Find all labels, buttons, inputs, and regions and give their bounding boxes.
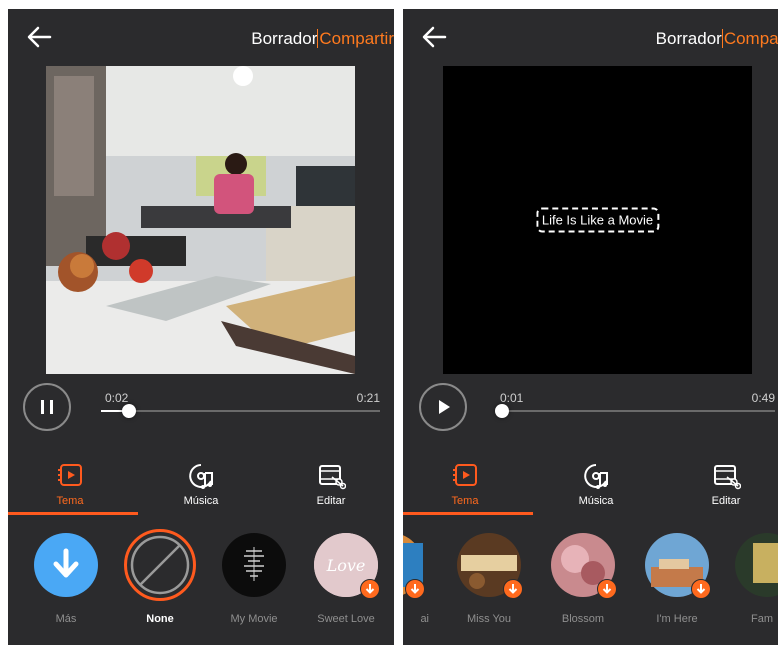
download-badge-icon: [597, 579, 617, 599]
theme-sweet-love[interactable]: Love Sweet Love: [308, 533, 384, 625]
edit-icon: [316, 461, 346, 491]
video-frame-image: [46, 66, 355, 374]
theme-miss-you[interactable]: Miss You: [451, 533, 527, 625]
theme-label: None: [146, 613, 174, 625]
back-arrow-icon[interactable]: [26, 25, 52, 49]
top-bar: BorradorCompart: [403, 9, 778, 63]
progress-slider[interactable]: [494, 404, 775, 418]
pause-button[interactable]: [23, 383, 71, 431]
theme-list: Más None My Movie Love Sweet Love: [8, 529, 394, 643]
video-preview[interactable]: Life Is Like a Movie: [443, 66, 752, 374]
video-preview[interactable]: [46, 66, 355, 374]
my-movie-icon: [222, 533, 286, 597]
pause-icon: [41, 400, 53, 414]
theme-label: Sweet Love: [317, 613, 375, 625]
back-arrow-icon[interactable]: [421, 25, 447, 49]
active-tab-indicator: [403, 512, 533, 515]
total-time: 0:49: [751, 391, 775, 405]
sweet-love-text: Love: [326, 556, 366, 575]
download-icon: [34, 533, 98, 597]
theme-label: Miss You: [466, 613, 512, 625]
share-button[interactable]: Compartir: [317, 29, 394, 48]
edit-icon: [711, 461, 741, 491]
play-button[interactable]: [419, 383, 467, 431]
theme-label: ai: [420, 613, 429, 625]
theme-label: Blossom: [561, 613, 605, 625]
active-tab-indicator: [8, 512, 138, 515]
draft-button[interactable]: Borrador: [656, 29, 722, 48]
music-icon: [581, 461, 611, 491]
theme-label: My Movie: [230, 613, 278, 625]
tab-music-label: Música: [578, 495, 614, 507]
download-badge-icon: [503, 579, 523, 599]
download-badge-icon: [405, 579, 425, 599]
theme-none[interactable]: None: [122, 529, 198, 625]
progress-thumb[interactable]: [121, 404, 136, 418]
theme-item[interactable]: ai: [403, 533, 429, 625]
download-badge-icon: [691, 579, 711, 599]
tab-music[interactable]: Música: [151, 461, 251, 507]
top-bar: Borrador Compartir: [8, 9, 394, 63]
miss-you-icon: [457, 533, 523, 599]
theme-list: ai Miss You Blossom I'm Here Fam: [403, 533, 778, 643]
progress-slider[interactable]: [101, 404, 380, 418]
blossom-icon: [551, 533, 617, 599]
share-button[interactable]: Compart: [721, 29, 778, 48]
tab-music-label: Música: [183, 495, 219, 507]
progress-thumb[interactable]: [494, 404, 509, 418]
download-badge-icon: [360, 579, 380, 599]
current-time: 0:02: [105, 391, 129, 405]
theme-icon: [55, 461, 85, 491]
theme-thumbnail-icon: [735, 533, 778, 597]
tab-edit[interactable]: Editar: [676, 461, 776, 507]
theme-im-here[interactable]: I'm Here: [639, 533, 715, 625]
theme-more[interactable]: Más: [28, 533, 104, 625]
theme-thumbnail-icon: [403, 533, 425, 599]
tab-edit[interactable]: Editar: [281, 461, 381, 507]
theme-blossom[interactable]: Blossom: [545, 533, 621, 625]
tab-edit-label: Editar: [711, 495, 741, 507]
tab-bar: Tema Música Editar: [8, 461, 394, 519]
theme-label: Más: [55, 613, 77, 625]
theme-label: Fam: [751, 613, 773, 625]
im-here-icon: [645, 533, 711, 599]
theme-label: I'm Here: [656, 613, 698, 625]
music-icon: [186, 461, 216, 491]
draft-button[interactable]: Borrador: [251, 29, 317, 48]
tab-theme-label: Tema: [451, 495, 479, 507]
none-icon: [124, 529, 196, 601]
theme-icon: [450, 461, 480, 491]
tab-music[interactable]: Música: [546, 461, 646, 507]
theme-my-movie[interactable]: My Movie: [216, 533, 292, 625]
right-screen: BorradorCompart Life Is Like a Movie 0:0…: [403, 9, 778, 645]
play-icon: [439, 400, 450, 414]
tab-bar: Tema Música Editar: [403, 461, 778, 519]
tab-theme-label: Tema: [56, 495, 84, 507]
preview-title: Life Is Like a Movie: [535, 207, 660, 233]
tab-theme[interactable]: Tema: [415, 461, 515, 507]
theme-item[interactable]: Fam: [729, 533, 778, 625]
sweet-love-icon: Love: [314, 533, 380, 599]
tab-theme[interactable]: Tema: [20, 461, 120, 507]
current-time: 0:01: [500, 391, 524, 405]
tab-edit-label: Editar: [316, 495, 346, 507]
left-screen: Borrador Compartir 0:02 0:21 Tema Música…: [8, 9, 394, 645]
total-time: 0:21: [356, 391, 380, 405]
